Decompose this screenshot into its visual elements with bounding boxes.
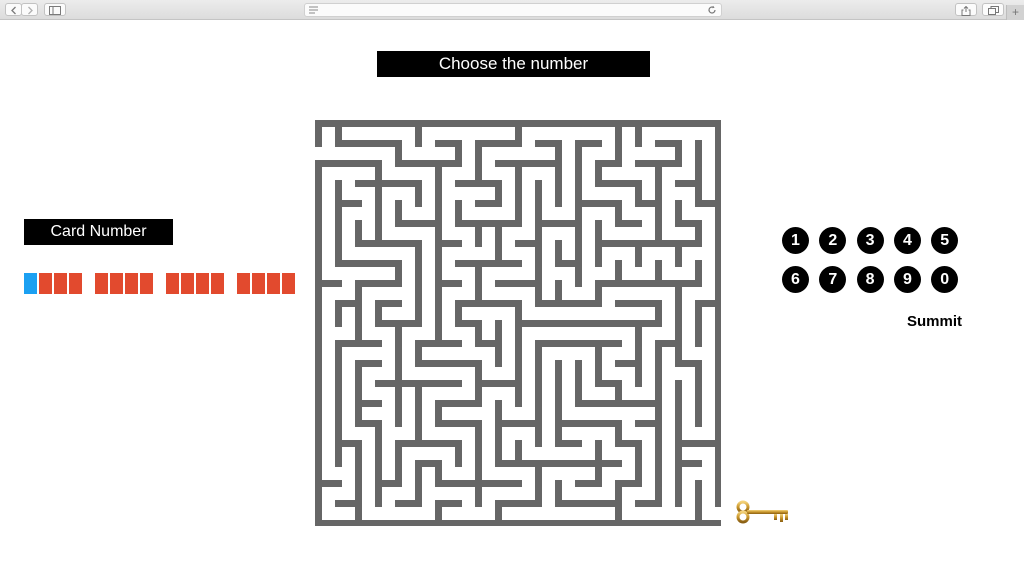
back-button[interactable] [5, 3, 22, 16]
key-5-button[interactable]: 5 [931, 227, 959, 254]
card-digit-slot[interactable] [54, 273, 67, 294]
key-8-button[interactable]: 8 [856, 266, 884, 293]
address-bar[interactable] [304, 3, 722, 17]
reload-icon[interactable] [707, 5, 717, 15]
chevron-left-icon [10, 6, 16, 15]
card-digit-slot[interactable] [237, 273, 250, 294]
card-digit-slot[interactable] [125, 273, 138, 294]
new-tab-button[interactable]: + [1006, 5, 1024, 20]
key-7-button[interactable]: 7 [819, 266, 847, 293]
card-digit-slot[interactable] [267, 273, 280, 294]
card-digit-slot[interactable] [39, 273, 52, 294]
chevron-right-icon [27, 6, 33, 15]
submit-button[interactable]: Summit [898, 313, 962, 330]
key-4-button[interactable]: 4 [893, 227, 921, 254]
key-6-button[interactable]: 6 [782, 266, 809, 293]
card-digit-slot[interactable] [181, 273, 194, 294]
tabs-icon [987, 6, 999, 15]
card-digit-slot[interactable] [95, 273, 108, 294]
key-2-button[interactable]: 2 [819, 227, 847, 254]
card-digit-slot[interactable] [252, 273, 265, 294]
key-9-button[interactable]: 9 [893, 266, 921, 293]
key-1-button[interactable]: 1 [782, 227, 809, 254]
key-0-button[interactable]: 0 [931, 266, 959, 293]
card-digit-slot[interactable] [69, 273, 82, 294]
card-digit-slot-active[interactable] [24, 273, 37, 294]
card-digit-slot[interactable] [282, 273, 295, 294]
card-digit-slot[interactable] [140, 273, 153, 294]
card-digit-slot[interactable] [211, 273, 224, 294]
share-icon [961, 6, 971, 16]
browser-toolbar: + [0, 0, 1024, 20]
key-3-button[interactable]: 3 [856, 227, 884, 254]
sidebar-button[interactable] [44, 3, 66, 16]
golden-key-icon [736, 500, 788, 524]
card-digit-slot[interactable] [166, 273, 179, 294]
reader-lines-icon [309, 6, 318, 14]
page-title: Choose the number [377, 51, 650, 77]
sidebar-icon [49, 6, 61, 15]
maze[interactable] [315, 120, 721, 526]
card-number-label: Card Number [24, 219, 173, 245]
card-digit-slot[interactable] [110, 273, 123, 294]
forward-button[interactable] [21, 3, 38, 16]
tabs-button[interactable] [982, 3, 1004, 16]
card-digit-slot[interactable] [196, 273, 209, 294]
share-button[interactable] [955, 3, 977, 16]
